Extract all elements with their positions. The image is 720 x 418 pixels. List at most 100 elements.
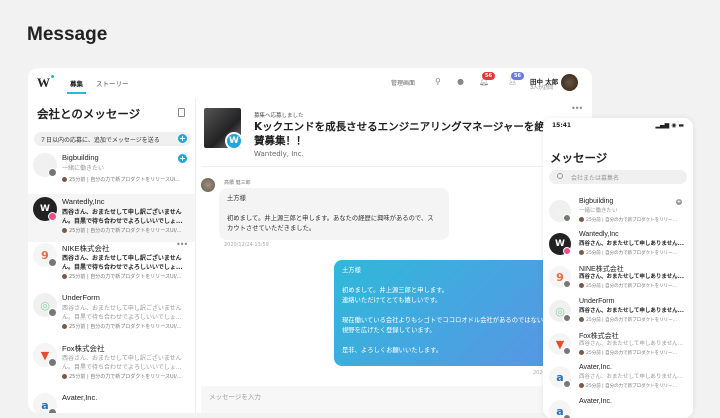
message-meta: 25分前 | 自分の力で新プロダクトをリリー...: [579, 217, 677, 223]
status-badge-icon: [563, 347, 571, 355]
conversation-item[interactable]: ▼ Fox株式会社 西谷さん、おまたせして申し訳ございません ん。目黒で待ち合わせで…: [28, 340, 195, 388]
status-badge-icon: [48, 168, 57, 177]
company-name: Avater,Inc.: [579, 364, 612, 371]
followup-banner[interactable]: ７日以内の応募に、追加でメッセージを送る: [34, 132, 191, 146]
mobile-search-input[interactable]: 会社または募集名: [549, 170, 687, 184]
mobile-title: メッセージ: [550, 151, 608, 165]
meta-text: 25分前 | 自分の力で新プロダクトをリリースUI/...: [69, 324, 182, 330]
status-icons: ▂▄▆ ◉ ▬: [655, 122, 684, 129]
conversation-item[interactable]: 9 NIKE株式会社 西谷さん、おまたせして申し訳ございません ん。目黒で待ち合わせ…: [28, 240, 195, 288]
message-preview: 西谷さん、おまたせして申しありません...: [579, 241, 684, 247]
conversation-item[interactable]: a Avater,Inc.: [543, 398, 693, 418]
job-title[interactable]: Kックエンドを成長させるエンジニアリングマネージャーを絶賛募集！！: [254, 120, 554, 148]
company-name: Wantedly,Inc: [62, 197, 105, 206]
divider: [201, 166, 582, 167]
status-time: 15:41: [552, 122, 572, 129]
message-preview: 西谷さん、おまたせして申し訳ございません ん。目黒で待ち合わせでよろしいいでしょ…: [62, 355, 182, 371]
notification-badge: 56: [482, 72, 495, 80]
conversation-item[interactable]: ▮ Bigbuilding 一緒に働きたい 25分前 | 自分の力で新プロダクトをリリ…: [28, 150, 195, 198]
page-title: Message: [27, 24, 108, 45]
meta-avatar-icon: [579, 383, 584, 388]
status-badge-icon: [48, 308, 57, 317]
message-timestamp: 2020/12/24 13:59: [224, 242, 269, 248]
banner-text: ７日以内の応募に、追加でメッセージを送る: [40, 137, 160, 144]
wantedly-logo[interactable]: W: [37, 75, 54, 91]
admin-link[interactable]: 管理画面: [391, 78, 415, 87]
conversation-item[interactable]: 9 NINE株式会社 西谷さん、おまたせして申しありません... 25分前 | 自分の…: [543, 264, 693, 297]
tab-recruit[interactable]: 募集: [67, 78, 86, 94]
chat-icon[interactable]: ●: [457, 77, 464, 86]
meta-avatar-icon: [62, 177, 67, 182]
status-badge-icon: [563, 380, 571, 388]
status-badge-icon: [48, 258, 57, 267]
meta-avatar-icon: [579, 283, 584, 288]
message-meta: 25分前 | 自分の力で新プロダクトをリリースUI/...: [62, 323, 182, 330]
meta-text: 25分前 | 自分の力で新プロダクトをリリー...: [586, 318, 677, 323]
more-icon[interactable]: •••: [176, 240, 188, 249]
message-preview: 西谷さん、おまたせして申し訳ございません ん。目黒で待ち合わせでよろしいいでしょ…: [62, 209, 183, 225]
status-badge-icon: [563, 280, 571, 288]
company-logo-icon: ▮: [41, 158, 49, 172]
message-preview: 西谷さん、おまたせして申しありません...: [579, 274, 684, 280]
message-meta: 25分前 | 自分の力で新プロダクトをリリースUI/...: [62, 227, 182, 234]
conversation-item[interactable]: a Avater,Inc.: [28, 390, 195, 413]
meta-text: 25分前 | 自分の力で新プロダクトをリリースUI/...: [69, 274, 182, 280]
meta-text: 25分前 | 自分の力で新プロダクトをリリー...: [586, 251, 677, 256]
message-preview: 西谷さん、おまたせして申しありません...: [579, 308, 684, 314]
desktop-window: W 募集 ストーリー 管理画面 ⚲ ● 🔔︎ 56 👤︎ 56 田中 太郎 3人…: [28, 68, 592, 413]
conversation-item[interactable]: ▼ Fox株式会社 西谷さん、おまたせして申しありません... 25分前 | 自分の力…: [543, 331, 693, 364]
sent-message: 土方様 初めまして。井上源三郎と申します。 連絡いただけてとても嬉しいです。 現…: [334, 260, 574, 366]
status-badge-icon: [48, 212, 57, 221]
trash-icon[interactable]: [178, 108, 185, 117]
conversation-item[interactable]: W Wantedly,Inc 西谷さん、おまたせして申しありません... 25分前 |…: [543, 231, 693, 264]
meta-avatar-icon: [579, 217, 584, 222]
chat-panel: ••• W 募集へ応募しました Kックエンドを成長させるエンジニアリングマネージ…: [195, 98, 592, 413]
sender-avatar[interactable]: [201, 178, 215, 192]
message-preview: 西谷さん、おまたせして申しありません...: [579, 341, 683, 347]
company-name: UnderForm: [62, 293, 100, 302]
search-icon[interactable]: ⚲: [435, 77, 441, 86]
message-input[interactable]: メッセージを入力: [201, 386, 592, 413]
status-badge-icon: [563, 314, 571, 322]
message-meta: 25分前 | 自分の力で新プロダクトをリリースUI...: [62, 176, 180, 183]
message-meta: 25分前 | 自分の力で新プロダクトをリリー...: [579, 317, 677, 323]
message-preview: 一緒に働きたい: [62, 165, 105, 172]
meta-avatar-icon: [579, 350, 584, 355]
meta-avatar-icon: [62, 374, 67, 379]
conversation-item[interactable]: W Wantedly,Inc 西谷さん、おまたせして申し訳ございません ん。目黒で待…: [28, 194, 195, 242]
input-placeholder: メッセージを入力: [209, 393, 261, 401]
banner-plus-icon[interactable]: +: [178, 134, 187, 143]
job-company[interactable]: Wantedly, Inc.: [254, 150, 304, 158]
visitor-badge: 56: [511, 72, 524, 80]
meta-avatar-icon: [62, 274, 67, 279]
message-preview: 一緒に働きたい: [579, 208, 618, 214]
job-status: 募集へ応募しました: [254, 113, 304, 119]
company-name: Bigbuilding: [62, 153, 99, 162]
company-name: Bigbuilding: [579, 198, 614, 205]
status-badge-icon: [563, 247, 571, 255]
more-icon[interactable]: •••: [571, 104, 583, 113]
meta-text: 25分前 | 自分の力で新プロダクトをリリー...: [586, 384, 677, 389]
company-name: UnderForm: [579, 298, 615, 305]
message-meta: 25分前 | 自分の力で新プロダクトをリリー...: [579, 350, 677, 356]
company-logo-icon: ▮: [556, 204, 564, 218]
user-avatar[interactable]: [561, 74, 578, 91]
sender-name: 高橋 健三郎: [224, 180, 251, 186]
company-logo-badge: W: [225, 132, 243, 150]
conversation-item[interactable]: ▮ Bigbuilding 一緒に働きたい 25分前 | 自分の力で新プロダクトをリリ…: [543, 198, 693, 231]
meta-text: 25分前 | 自分の力で新プロダクトをリリー...: [586, 351, 677, 356]
add-icon[interactable]: +: [178, 154, 187, 163]
meta-avatar-icon: [62, 228, 67, 233]
conversation-item[interactable]: ◎ UnderForm 西谷さん、おまたせして申しありません... 25分前 | 自分…: [543, 298, 693, 331]
list-title: 会社とのメッセージ: [37, 107, 141, 121]
tab-story[interactable]: ストーリー: [96, 78, 129, 88]
conversation-item[interactable]: ◎ UnderForm 西谷さん、おまたせして申し訳ございません ん。目黒で待ち合わ…: [28, 290, 195, 338]
meta-avatar-icon: [579, 317, 584, 322]
message-meta: 25分前 | 自分の力で新プロダクトをリリースUI/...: [62, 373, 182, 380]
received-message: 土方様 初めまして。井上源三郎と申します。あなたの経歴に興味があるので、ス カウ…: [219, 188, 449, 240]
message-preview: 西谷さん、おまたせして申しありません...: [579, 374, 683, 380]
conversation-item[interactable]: a Avater,Inc. 西谷さん、おまたせして申しありません... 25分前 | …: [543, 364, 693, 397]
status-badge-icon: [48, 358, 57, 367]
add-icon[interactable]: +: [676, 199, 682, 205]
message-meta: 25分前 | 自分の力で新プロダクトをリリー...: [579, 283, 677, 289]
